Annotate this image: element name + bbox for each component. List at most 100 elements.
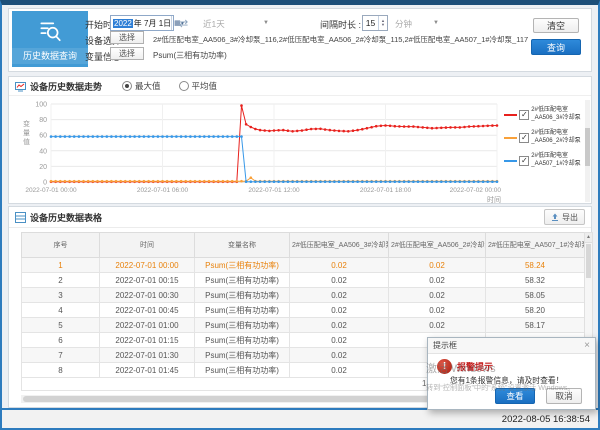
table-cell: 2022-07-01 00:15: [100, 273, 195, 288]
dialog-cancel-button[interactable]: 取消: [546, 388, 582, 404]
table-cell: Psum(三相有功功率): [195, 348, 290, 363]
alert-message: 您有1条报警信息，请及时查看！: [450, 375, 564, 386]
table-cell: 0.02: [290, 273, 389, 288]
table-cell: 0.02: [389, 273, 486, 288]
app-title: 历史数据查询: [12, 48, 88, 64]
trend-title: 设备历史数据走势: [30, 80, 102, 93]
interval-unit-select[interactable]: 分钟: [395, 18, 412, 30]
legend-entry: ✓2#低压配电室_AA506_3#冷却泵: [504, 106, 584, 122]
svg-text:2022-07-01 18:00: 2022-07-01 18:00: [360, 187, 412, 194]
time-range-dropdown-icon[interactable]: ▼: [263, 20, 269, 26]
legend-entry: ✓2#低压配电室_AA507_1#冷却泵: [504, 152, 584, 168]
svg-text:2022-07-01 00:00: 2022-07-01 00:00: [25, 187, 77, 194]
dialog-view-button[interactable]: 查看: [495, 388, 535, 404]
date-rest[interactable]: 年 7月 1日: [134, 18, 171, 29]
partial-row-text: 1: [422, 379, 426, 388]
device-select-button[interactable]: 选择: [110, 31, 144, 44]
interval-unit-dropdown-icon[interactable]: ▼: [433, 20, 439, 26]
trend-chart: 0204060801002022-07-01 00:002022-07-01 0…: [9, 96, 504, 206]
time-range-select[interactable]: 近1天: [203, 18, 225, 30]
svg-text:时间: 时间: [487, 195, 501, 204]
table-cell: Psum(三相有功功率): [195, 318, 290, 333]
table-header-cell: 时间: [100, 233, 195, 258]
table-cell: 2022-07-01 01:00: [100, 318, 195, 333]
table-panel-header: 设备历史数据表格 导出: [9, 207, 591, 228]
table-cell: 2022-07-01 00:00: [100, 258, 195, 273]
radio-avg-label: 平均值: [192, 80, 218, 92]
export-button[interactable]: 导出: [544, 209, 585, 225]
table-cell: 0.02: [290, 348, 389, 363]
radio-max-label: 最大值: [135, 80, 161, 92]
table-row[interactable]: 52022-07-01 01:00Psum(三相有功功率)0.020.0258.…: [22, 318, 585, 333]
table-cell: 0.02: [290, 318, 389, 333]
table-cell: 0.02: [389, 303, 486, 318]
table-cell: 2022-07-01 01:45: [100, 363, 195, 378]
table-cell: 8: [22, 363, 100, 378]
table-header-cell: 序号: [22, 233, 100, 258]
table-cell: 58.24: [486, 258, 585, 273]
stat-mode-radio-group: 最大值 平均值: [122, 80, 217, 92]
svg-text:2022-07-01 06:00: 2022-07-01 06:00: [137, 187, 189, 194]
table-cell: 2022-07-01 01:30: [100, 348, 195, 363]
dialog-title: 提示框: [433, 340, 457, 351]
history-search-icon: [37, 18, 63, 44]
dialog-close-icon[interactable]: ×: [584, 341, 590, 351]
table-row[interactable]: 32022-07-01 00:30Psum(三相有功功率)0.020.0258.…: [22, 288, 585, 303]
table-cell: 58.05: [486, 288, 585, 303]
status-bar: 2022-08-05 16:38:54: [2, 408, 598, 428]
dialog-titlebar[interactable]: 提示框 ×: [428, 338, 595, 354]
interval-stepper[interactable]: 15 ▲ ▼: [362, 15, 388, 31]
table-cell: 0.02: [389, 258, 486, 273]
date-year-selected[interactable]: 2022: [113, 19, 133, 28]
interval-value[interactable]: 15: [363, 16, 378, 30]
table-cell: 58.20: [486, 303, 585, 318]
table-row[interactable]: 22022-07-01 00:15Psum(三相有功功率)0.020.0258.…: [22, 273, 585, 288]
status-time: 2022-08-05 16:38:54: [502, 414, 590, 425]
table-cell: 2022-07-01 00:45: [100, 303, 195, 318]
swap-time-icon[interactable]: ⇄: [179, 17, 188, 30]
svg-text:2022-07-01 12:00: 2022-07-01 12:00: [248, 187, 300, 194]
legend-series-line-icon: [504, 114, 517, 116]
scrollbar-up-icon[interactable]: ▲: [585, 233, 592, 243]
svg-text:2022-07-02 00:00: 2022-07-02 00:00: [450, 187, 502, 194]
table-cell: Psum(三相有功功率): [195, 333, 290, 348]
query-panel: 历史数据查询 开始时间: 2022 年 7月 1日 ▦▾ ⇄ 近1天 ▼ 间隔时…: [8, 8, 592, 72]
svg-text:100: 100: [35, 102, 47, 109]
table-cell: Psum(三相有功功率): [195, 258, 290, 273]
radio-avg[interactable]: 平均值: [179, 80, 218, 92]
table-cell: Psum(三相有功功率): [195, 273, 290, 288]
table-cell: 0.02: [290, 288, 389, 303]
radio-max-circle[interactable]: [122, 81, 132, 91]
legend-series-line-icon: [504, 160, 517, 162]
legend-checkbox[interactable]: ✓: [519, 110, 529, 120]
legend-scrollbar-thumb[interactable]: [585, 128, 590, 166]
table-cell: 2: [22, 273, 100, 288]
svg-text:20: 20: [39, 164, 47, 171]
table-row[interactable]: 42022-07-01 00:45Psum(三相有功功率)0.020.0258.…: [22, 303, 585, 318]
table-cell: 4: [22, 303, 100, 318]
table-header-cell: 2#低压配电室_AA507_1#冷却泵...: [486, 233, 585, 258]
legend-label: 2#低压配电室_AA506_3#冷却泵: [531, 106, 580, 122]
query-button[interactable]: 查询: [531, 39, 581, 55]
table-header-cell: 2#低压配电室_AA506_2#冷却泵...: [389, 233, 486, 258]
variable-value-text: Psum(三相有功功率): [153, 50, 227, 61]
radio-max[interactable]: 最大值: [122, 80, 161, 92]
legend-checkbox[interactable]: ✓: [519, 156, 529, 166]
variable-select-button[interactable]: 选择: [110, 47, 144, 60]
table-header-row: 序号时间变量名称2#低压配电室_AA506_3#冷却泵...2#低压配电室_AA…: [22, 233, 585, 258]
interval-spinner-arrows[interactable]: ▲ ▼: [378, 16, 387, 30]
clear-button[interactable]: 清空: [533, 18, 579, 33]
table-cell: 3: [22, 288, 100, 303]
table-row[interactable]: 12022-07-01 00:00Psum(三相有功功率)0.020.0258.…: [22, 258, 585, 273]
table-cell: 0.02: [389, 318, 486, 333]
alert-dialog: 提示框 × ! 报警提示 您有1条报警信息，请及时查看！ 查看 取消: [427, 337, 596, 410]
date-picker[interactable]: 2022 年 7月 1日 ▦▾: [110, 15, 174, 31]
scrollbar-thumb[interactable]: [586, 244, 591, 278]
app-tile: 历史数据查询: [12, 11, 88, 67]
radio-avg-circle[interactable]: [179, 81, 189, 91]
svg-text:0: 0: [43, 180, 47, 187]
spinner-down-icon[interactable]: ▼: [381, 23, 385, 27]
svg-text:40: 40: [39, 148, 47, 155]
legend-scrollbar[interactable]: [585, 100, 590, 202]
legend-checkbox[interactable]: ✓: [519, 133, 529, 143]
